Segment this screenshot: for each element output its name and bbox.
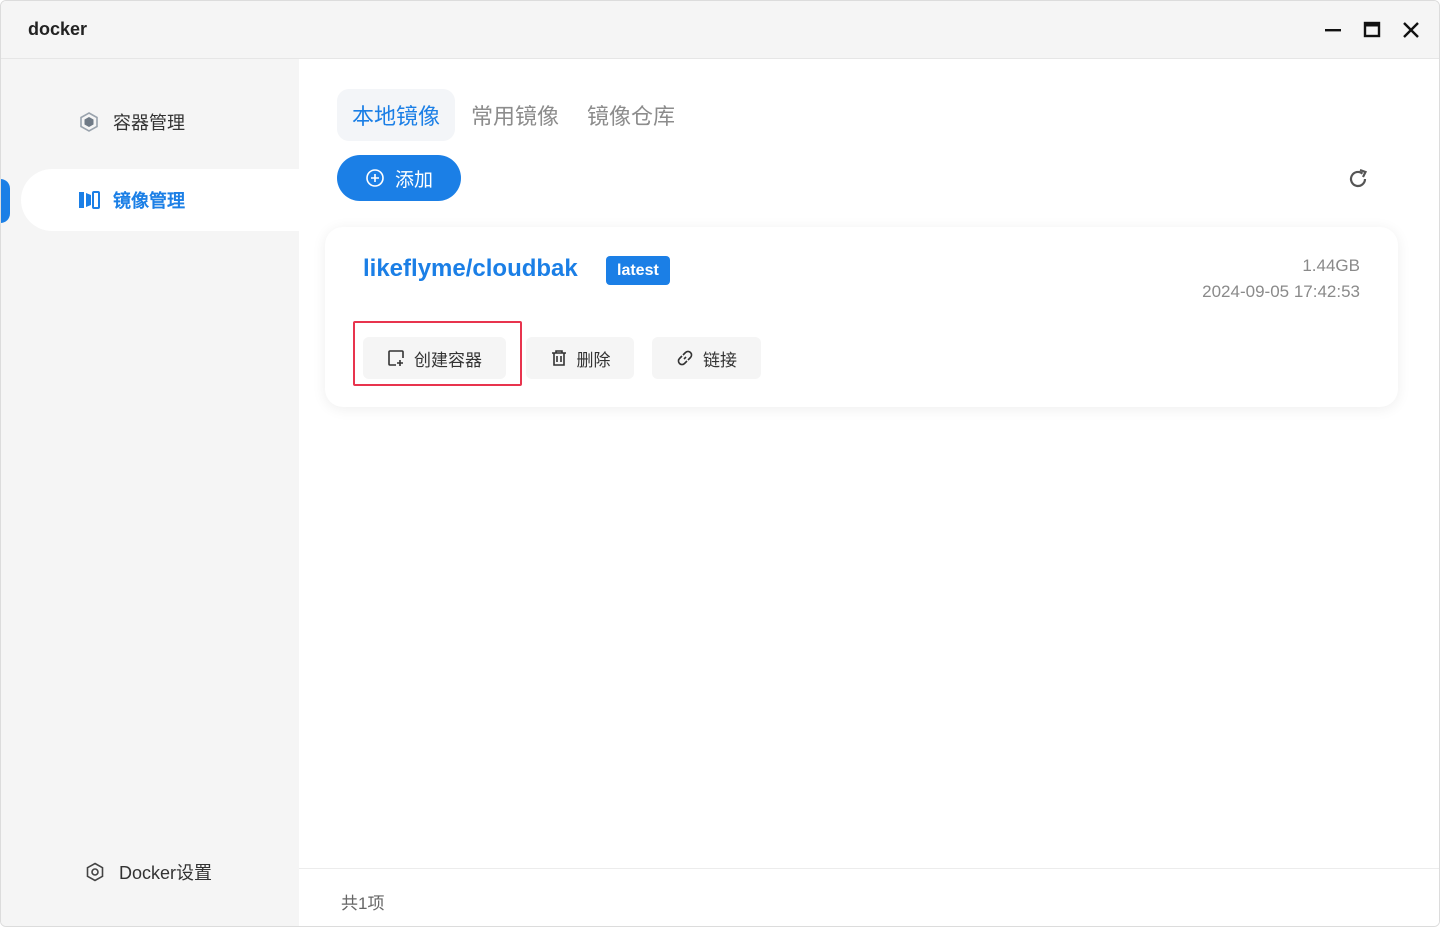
window-title: docker	[28, 19, 88, 39]
sidebar-item-label: 容器管理	[113, 113, 185, 133]
image-name[interactable]: likeflyme/cloudbak	[363, 255, 578, 283]
tab-common-images[interactable]: 常用镜像	[456, 89, 574, 141]
image-tag-badge: latest	[606, 256, 670, 285]
docker-window: docker 容器管理 镜像管理 Docker设置 本地镜像 常用镜像 镜像仓库…	[0, 0, 1440, 927]
sidebar-item-label: 镜像管理	[113, 191, 185, 211]
create-container-label: 创建容器	[414, 350, 482, 370]
minimize-button[interactable]	[1319, 16, 1347, 44]
close-button[interactable]	[1397, 16, 1425, 44]
trash-icon	[550, 349, 568, 367]
link-label: 链接	[703, 350, 737, 370]
delete-label: 删除	[576, 350, 611, 370]
sidebar-item-containers[interactable]: 容器管理	[21, 91, 299, 153]
add-label: 添加	[394, 169, 433, 191]
close-icon	[1403, 22, 1419, 38]
main-panel: 本地镜像 常用镜像 镜像仓库 添加 likeflyme/cloudbak lat…	[299, 59, 1439, 926]
link-button[interactable]: 链接	[652, 337, 761, 379]
create-container-button[interactable]: 创建容器	[363, 337, 506, 379]
title-bar: docker	[1, 1, 1439, 59]
delete-button[interactable]: 删除	[526, 337, 634, 379]
sidebar: 容器管理 镜像管理 Docker设置	[1, 59, 299, 926]
tab-image-registry[interactable]: 镜像仓库	[572, 89, 690, 141]
total-count: 共1项	[341, 894, 385, 913]
image-created-date: 2024-09-05 17:42:53	[1202, 282, 1360, 301]
maximize-button[interactable]	[1358, 16, 1386, 44]
add-button[interactable]: 添加	[337, 155, 461, 201]
image-size: 1.44GB	[1302, 256, 1360, 275]
sidebar-item-images[interactable]: 镜像管理	[21, 169, 299, 231]
image-card: likeflyme/cloudbak latest 1.44GB 2024-09…	[325, 227, 1398, 407]
footer: 共1项	[299, 868, 1439, 926]
image-tabs: 本地镜像 常用镜像 镜像仓库	[337, 89, 690, 141]
tab-local-images[interactable]: 本地镜像	[337, 89, 456, 141]
add-window-icon	[387, 349, 405, 367]
minimize-icon	[1325, 29, 1341, 32]
plus-circle-icon	[365, 168, 385, 188]
image-icon	[78, 189, 100, 211]
docker-settings-link[interactable]: Docker设置	[85, 859, 212, 885]
container-icon	[78, 111, 100, 133]
refresh-button[interactable]	[1344, 165, 1372, 193]
maximize-icon	[1363, 21, 1381, 38]
refresh-icon	[1349, 168, 1368, 188]
settings-label: Docker设置	[119, 863, 213, 883]
link-icon	[676, 349, 694, 367]
settings-icon	[85, 862, 105, 882]
active-indicator	[1, 179, 10, 223]
